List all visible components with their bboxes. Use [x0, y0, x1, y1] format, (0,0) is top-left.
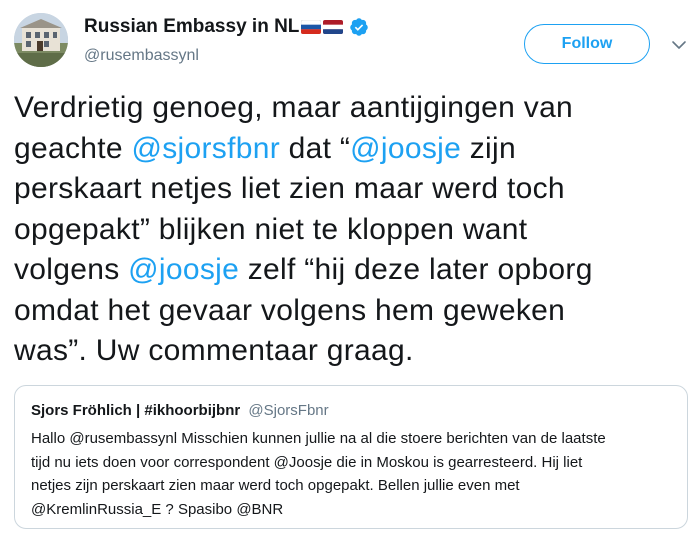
chevron-down-icon[interactable] — [670, 36, 688, 54]
tweet-line: omdat het gevaar volgens hem geweken — [14, 293, 566, 327]
tweet-line: perskaart netjes liet zien maar werd toc… — [14, 172, 565, 205]
author-display-name-row[interactable]: Russian Embassy in NL — [84, 16, 369, 38]
quoted-author-name: Sjors Fröhlich | #ikhoorbijbnr — [31, 402, 241, 419]
tweet-line: zijn — [461, 131, 516, 165]
verified-badge-icon — [350, 18, 369, 36]
avatar[interactable] — [14, 13, 68, 67]
quoted-author-handle: @SjorsFbnr — [248, 402, 329, 419]
quoted-tweet[interactable]: Sjors Fröhlich | #ikhoorbijbnr @SjorsFbn… — [14, 385, 688, 529]
author-display-name[interactable]: Russian Embassy in NL — [84, 16, 299, 38]
tweet-text: Verdrietig genoeg, maar aantijgingen van… — [14, 88, 690, 372]
tweet-line: opgepakt” blijken niet te kloppen want — [14, 212, 528, 246]
author-handle[interactable]: @rusembassynl — [84, 47, 199, 65]
tweet-line: Verdrietig genoeg, maar aantijgingen van — [14, 91, 574, 124]
tweet-line: dat “ — [280, 131, 351, 165]
mention-link[interactable]: @joosje — [128, 253, 239, 286]
netherlands-flag-icon — [323, 20, 344, 34]
tweet-line: zelf “hij deze later opborg — [239, 253, 593, 286]
embassy-building-avatar — [14, 13, 68, 67]
tweet-line: was”. Uw commentaar graag. — [14, 334, 414, 367]
russia-flag-icon — [301, 20, 322, 34]
tweet-line: volgens — [14, 253, 129, 286]
quoted-tweet-text: Hallo @rusembassynl Misschien kunnen jul… — [31, 430, 606, 518]
mention-link[interactable]: @sjorsfbnr — [132, 132, 281, 165]
quoted-tweet-header: Sjors Fröhlich | #ikhoorbijbnr @SjorsFbn… — [31, 402, 329, 419]
follow-button[interactable]: Follow — [524, 24, 650, 64]
tweet-line: geachte — [14, 131, 132, 165]
tweet-header: Russian Embassy in NL @rusembassynl Foll… — [0, 0, 694, 80]
mention-link[interactable]: @joosje — [350, 132, 461, 165]
